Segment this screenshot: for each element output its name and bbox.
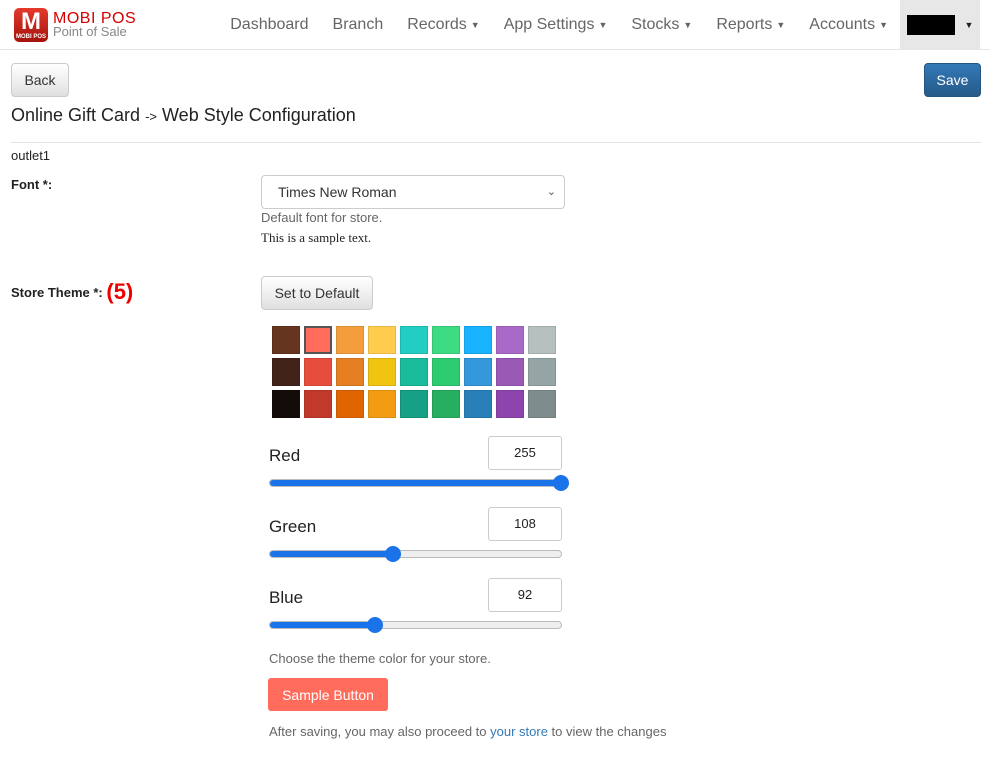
color-swatch[interactable] <box>528 390 556 418</box>
caret-down-icon: ▼ <box>683 19 693 30</box>
note-pre: After saving, you may also proceed to <box>269 724 491 739</box>
logo-icon: M MOBI POS <box>14 8 48 42</box>
annotation-marker: (5) <box>106 279 134 304</box>
color-swatch[interactable] <box>464 390 492 418</box>
color-swatch[interactable] <box>304 326 332 354</box>
color-swatch[interactable] <box>400 326 428 354</box>
font-label: Font *: <box>11 177 53 192</box>
color-swatch[interactable] <box>432 326 460 354</box>
nav-label: Records <box>407 16 467 33</box>
your-store-link[interactable]: your store <box>490 724 548 739</box>
font-select[interactable]: Times New Roman ⌄ <box>261 175 565 209</box>
color-swatch[interactable] <box>336 358 364 386</box>
navbar: M MOBI POS MOBI POS Point of Sale Dashboar… <box>0 0 990 50</box>
logo[interactable]: M MOBI POS MOBI POS Point of Sale <box>14 8 136 42</box>
title-part1: Online Gift Card <box>11 105 141 125</box>
red-slider[interactable] <box>269 475 569 491</box>
caret-down-icon: ▼ <box>776 19 786 30</box>
green-label: Green <box>269 517 317 536</box>
color-swatch[interactable] <box>528 358 556 386</box>
caret-down-icon: ▼ <box>598 19 608 30</box>
divider <box>11 142 981 143</box>
color-swatches <box>272 326 556 418</box>
after-saving-note: After saving, you may also proceed to yo… <box>269 724 666 739</box>
brand-subtitle: Point of Sale <box>53 24 127 39</box>
nav-item-branch[interactable]: Branch <box>321 16 396 34</box>
blue-input[interactable]: 92 <box>488 578 562 612</box>
title-part2: Web Style Configuration <box>162 105 356 125</box>
color-swatch[interactable] <box>368 358 396 386</box>
green-slider[interactable] <box>269 546 562 562</box>
slider-fill <box>270 551 394 557</box>
color-swatch[interactable] <box>336 390 364 418</box>
color-swatch[interactable] <box>400 358 428 386</box>
slider-thumb[interactable] <box>385 546 402 562</box>
sample-button[interactable]: Sample Button <box>268 678 388 711</box>
note-post: to view the changes <box>547 724 667 739</box>
blue-label: Blue <box>269 588 304 607</box>
nav-label: Accounts <box>809 16 876 33</box>
logo-letter: M <box>21 8 41 35</box>
slider-thumb[interactable] <box>366 617 383 633</box>
color-swatch[interactable] <box>272 358 300 386</box>
theme-help: Choose the theme color for your store. <box>269 651 491 666</box>
nav-label: Dashboard <box>230 16 309 33</box>
caret-down-icon: ▼ <box>879 19 888 30</box>
page-title: Online Gift Card -> Web Style Configurat… <box>11 105 356 126</box>
slider-fill <box>270 480 561 486</box>
title-arrow: -> <box>145 109 157 124</box>
nav-menu: Dashboard Branch Records ▼ App Settings ▼ Stoc… <box>218 0 980 50</box>
outlet-name: outlet1 <box>11 148 51 163</box>
color-swatch[interactable] <box>304 358 332 386</box>
caret-down-icon: ▼ <box>470 19 480 30</box>
font-help: Default font for store. <box>261 210 383 225</box>
nav-item-records[interactable]: Records ▼ <box>395 16 492 34</box>
color-swatch[interactable] <box>496 326 524 354</box>
caret-down-icon: ▼ <box>964 20 974 30</box>
color-swatch[interactable] <box>368 326 396 354</box>
red-input[interactable]: 255 <box>488 436 562 470</box>
nav-item-dashboard[interactable]: Dashboard <box>218 16 320 34</box>
font-select-value: Times New Roman <box>278 184 397 200</box>
color-swatch[interactable] <box>464 326 492 354</box>
color-swatch[interactable] <box>272 390 300 418</box>
color-swatch[interactable] <box>432 358 460 386</box>
color-swatch[interactable] <box>496 358 524 386</box>
theme-label-text: Store Theme *: <box>11 285 103 300</box>
nav-label: App Settings <box>503 16 595 33</box>
nav-item-accounts[interactable]: Accounts ▼ <box>797 16 900 34</box>
set-default-button[interactable]: Set to Default <box>261 276 373 310</box>
logo-small: MOBI POS <box>15 34 46 40</box>
color-swatch[interactable] <box>400 390 428 418</box>
color-swatch[interactable] <box>272 326 300 354</box>
nav-item-app-settings[interactable]: App Settings ▼ <box>492 16 620 34</box>
redacted-username <box>906 15 955 35</box>
nav-item-reports[interactable]: Reports ▼ <box>704 16 797 34</box>
blue-slider[interactable] <box>269 617 562 633</box>
color-swatch[interactable] <box>464 358 492 386</box>
user-menu[interactable]: ▼ <box>900 0 980 50</box>
theme-label: Store Theme *: (5) <box>11 279 133 305</box>
back-button[interactable]: Back <box>11 63 69 97</box>
color-swatch[interactable] <box>432 390 460 418</box>
slider-thumb[interactable] <box>553 475 569 491</box>
nav-label: Reports <box>716 16 773 33</box>
font-sample: This is a sample text. <box>261 230 372 245</box>
nav-item-stocks[interactable]: Stocks ▼ <box>619 16 704 34</box>
red-label: Red <box>269 446 301 465</box>
slider-fill <box>270 622 375 628</box>
color-swatch[interactable] <box>304 390 332 418</box>
chevron-down-icon: ⌄ <box>546 186 556 198</box>
nav-label: Stocks <box>631 16 680 33</box>
color-swatch[interactable] <box>528 326 556 354</box>
nav-label: Branch <box>332 16 384 33</box>
green-input[interactable]: 108 <box>488 507 562 541</box>
color-swatch[interactable] <box>368 390 396 418</box>
save-button[interactable]: Save <box>924 63 981 97</box>
color-swatch[interactable] <box>496 390 524 418</box>
color-swatch[interactable] <box>336 326 364 354</box>
